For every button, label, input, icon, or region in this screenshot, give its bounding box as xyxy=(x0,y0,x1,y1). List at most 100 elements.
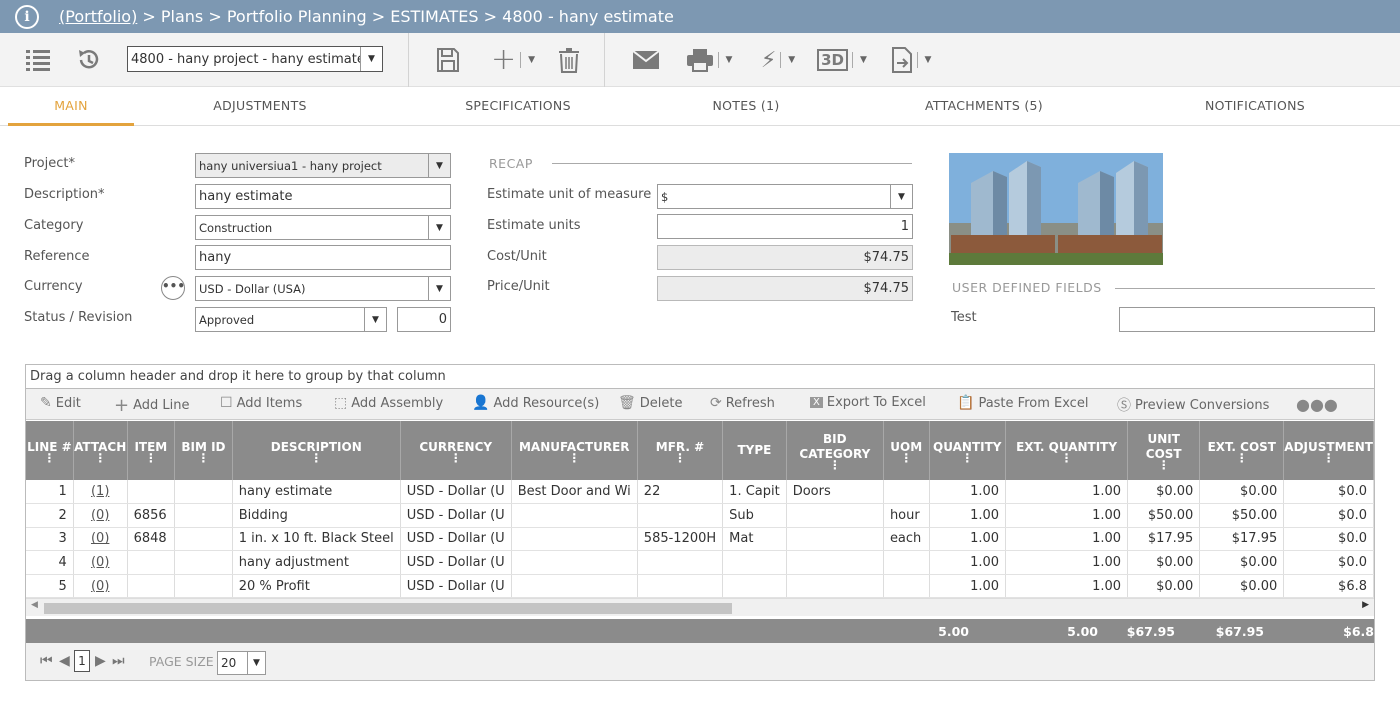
horizontal-scrollbar[interactable]: ◀ ▶ xyxy=(26,598,1374,616)
attachments-link[interactable]: (1) xyxy=(73,480,128,505)
column-header-ext-quantity[interactable]: EXT. QUANTITY ⋮ xyxy=(1005,421,1129,480)
project-select[interactable]: 4800 - hany project - hany estimate ▼ xyxy=(127,46,383,72)
column-menu-icon[interactable]: ⋮ xyxy=(233,452,400,464)
trash-icon[interactable] xyxy=(555,45,583,75)
delete-button[interactable]: 🗑 Delete xyxy=(618,395,683,411)
table-cell: $0.00 xyxy=(1199,480,1285,505)
tab-main[interactable]: MAIN xyxy=(8,87,134,126)
prev-page-icon[interactable]: ◀ xyxy=(59,653,70,669)
column-menu-icon[interactable]: ⋮ xyxy=(787,459,883,471)
table-cell: Doors xyxy=(786,480,884,505)
attachments-link[interactable]: (0) xyxy=(73,503,128,528)
description-input[interactable]: hany estimate xyxy=(195,184,451,209)
column-header-quantity[interactable]: QUANTITY ⋮ xyxy=(929,421,1007,480)
column-header-manufacturer[interactable]: MANUFACTURER ⋮ xyxy=(511,421,638,480)
column-menu-icon[interactable]: ⋮ xyxy=(74,452,126,464)
column-menu-icon[interactable]: ⋮ xyxy=(128,452,174,464)
column-menu-icon[interactable]: ⋮ xyxy=(512,452,637,464)
add-resources-button[interactable]: 👤 Add Resource(s) xyxy=(472,395,599,411)
table-cell: 2 xyxy=(26,503,74,528)
column-menu-icon[interactable]: ⋮ xyxy=(1128,459,1199,471)
column-header-bid-category[interactable]: BID CATEGORY ⋮ xyxy=(786,421,884,480)
status-select[interactable]: Approved ▼ xyxy=(195,307,387,332)
project-select[interactable]: hany universiua1 - hany project ▼ xyxy=(195,153,451,178)
add-line-button[interactable]: + Add Line xyxy=(114,395,190,416)
column-header-currency[interactable]: CURRENCY ⋮ xyxy=(400,421,512,480)
print-icon[interactable]: ▼ xyxy=(683,45,735,75)
table-cell: Sub xyxy=(722,503,787,528)
column-menu-icon[interactable]: ⋮ xyxy=(930,452,1005,464)
more-options-icon[interactable]: ••• xyxy=(161,276,185,300)
column-header-line[interactable]: LINE # ⋮ xyxy=(26,421,74,480)
more-icon[interactable]: ●●● xyxy=(1296,395,1338,414)
breadcrumb-portfolio-link[interactable]: (Portfolio) xyxy=(59,7,137,26)
list-icon[interactable] xyxy=(24,45,52,75)
tab-notes[interactable]: NOTES (1) xyxy=(690,87,802,126)
column-menu-icon[interactable]: ⋮ xyxy=(1006,452,1127,464)
table-row[interactable]: 3 (0) 6848 1 in. x 10 ft. Black Steel USD - … xyxy=(26,527,1374,552)
column-header-bim-id[interactable]: BIM ID ⋮ xyxy=(174,421,233,480)
table-cell: USD - Dollar (U xyxy=(400,480,512,505)
tab-notifications[interactable]: NOTIFICATIONS xyxy=(1185,87,1325,126)
add-assembly-button[interactable]: ⬚ Add Assembly xyxy=(334,395,443,411)
add-icon[interactable]: + ▼ xyxy=(486,45,540,75)
column-header-label: BID CATEGORY xyxy=(799,432,871,461)
page-number[interactable]: 1 xyxy=(74,650,90,672)
table-cell xyxy=(127,574,176,599)
email-icon[interactable] xyxy=(630,45,662,75)
column-header-ext-cost[interactable]: EXT. COST ⋮ xyxy=(1199,421,1285,480)
edit-button[interactable]: ✎ Edit xyxy=(40,395,81,411)
column-header-item[interactable]: ITEM ⋮ xyxy=(127,421,176,480)
last-page-icon[interactable]: ⏭ xyxy=(112,653,125,669)
column-menu-icon[interactable]: ⋮ xyxy=(1200,452,1282,464)
export-icon[interactable]: ▼ xyxy=(886,45,936,75)
table-row[interactable]: 4 (0) hany adjustment USD - Dollar (U 1.00 1.… xyxy=(26,550,1374,575)
scrollbar-thumb[interactable] xyxy=(44,603,732,614)
column-menu-icon[interactable]: ⋮ xyxy=(638,452,722,464)
column-menu-icon[interactable]: ⋮ xyxy=(26,452,72,464)
column-header-type[interactable]: TYPE xyxy=(722,421,787,480)
column-header-adjustment[interactable]: ADJUSTMENT ⋮ xyxy=(1283,421,1374,480)
export-excel-button[interactable]: X Export To Excel xyxy=(810,395,926,410)
estimate-units-input[interactable]: 1 xyxy=(657,214,913,239)
test-input[interactable] xyxy=(1119,307,1375,332)
unit-measure-select[interactable]: $ ▼ xyxy=(657,184,913,209)
table-row[interactable]: 2 (0) 6856 Bidding USD - Dollar (U Sub hour 1.0… xyxy=(26,503,1374,528)
next-page-icon[interactable]: ▶ xyxy=(95,653,106,669)
revision-input[interactable]: 0 xyxy=(397,307,451,332)
attachments-link[interactable]: (0) xyxy=(73,550,128,575)
first-page-icon[interactable]: ⏮ xyxy=(40,653,53,669)
column-header-mfr[interactable]: MFR. # ⋮ xyxy=(637,421,724,480)
column-header-attach[interactable]: ATTACH ⋮ xyxy=(73,421,128,480)
preview-conversions-button[interactable]: Ⓢ Preview Conversions xyxy=(1117,395,1269,415)
category-select[interactable]: Construction ▼ xyxy=(195,215,451,240)
column-menu-icon[interactable]: ⋮ xyxy=(884,452,928,464)
refresh-button[interactable]: ⟳ Refresh xyxy=(710,395,775,411)
attachments-link[interactable]: (0) xyxy=(73,527,128,552)
column-menu-icon[interactable]: ⋮ xyxy=(175,452,231,464)
currency-select[interactable]: USD - Dollar (USA) ▼ xyxy=(195,276,451,301)
chevron-down-icon[interactable]: ▼ xyxy=(360,47,382,71)
save-icon[interactable] xyxy=(434,45,462,75)
column-header-unit-cost[interactable]: UNIT COST ⋮ xyxy=(1127,421,1201,480)
column-header-uom[interactable]: UOM ⋮ xyxy=(883,421,930,480)
attachments-link[interactable]: (0) xyxy=(73,574,128,599)
lightning-icon[interactable]: ⚡ ▼ xyxy=(755,45,801,75)
paste-excel-button[interactable]: 📋 Paste From Excel xyxy=(957,395,1088,411)
tab-attachments[interactable]: ATTACHMENTS (5) xyxy=(910,87,1058,126)
add-items-button[interactable]: ☐ Add Items xyxy=(220,395,302,411)
tab-specifications[interactable]: SPECIFICATIONS xyxy=(445,87,591,126)
info-icon[interactable]: i xyxy=(15,4,39,29)
3d-icon[interactable]: 3D ▼ xyxy=(816,45,868,75)
page-size-select[interactable]: 20 ▼ xyxy=(217,651,266,675)
table-cell: 1.00 xyxy=(929,503,1007,528)
table-row[interactable]: 1 (1) hany estimate USD - Dollar (U Best Doo… xyxy=(26,480,1374,505)
history-icon[interactable] xyxy=(75,45,103,75)
reference-input[interactable]: hany xyxy=(195,245,451,270)
estimate-image[interactable] xyxy=(949,153,1163,265)
tab-adjustments[interactable]: ADJUSTMENTS xyxy=(190,87,330,126)
column-menu-icon[interactable]: ⋮ xyxy=(1284,452,1372,464)
table-row[interactable]: 5 (0) 20 % Profit USD - Dollar (U 1.00 1.00 $0… xyxy=(26,574,1374,599)
column-menu-icon[interactable]: ⋮ xyxy=(401,452,510,464)
column-header-description[interactable]: DESCRIPTION ⋮ xyxy=(232,421,401,480)
